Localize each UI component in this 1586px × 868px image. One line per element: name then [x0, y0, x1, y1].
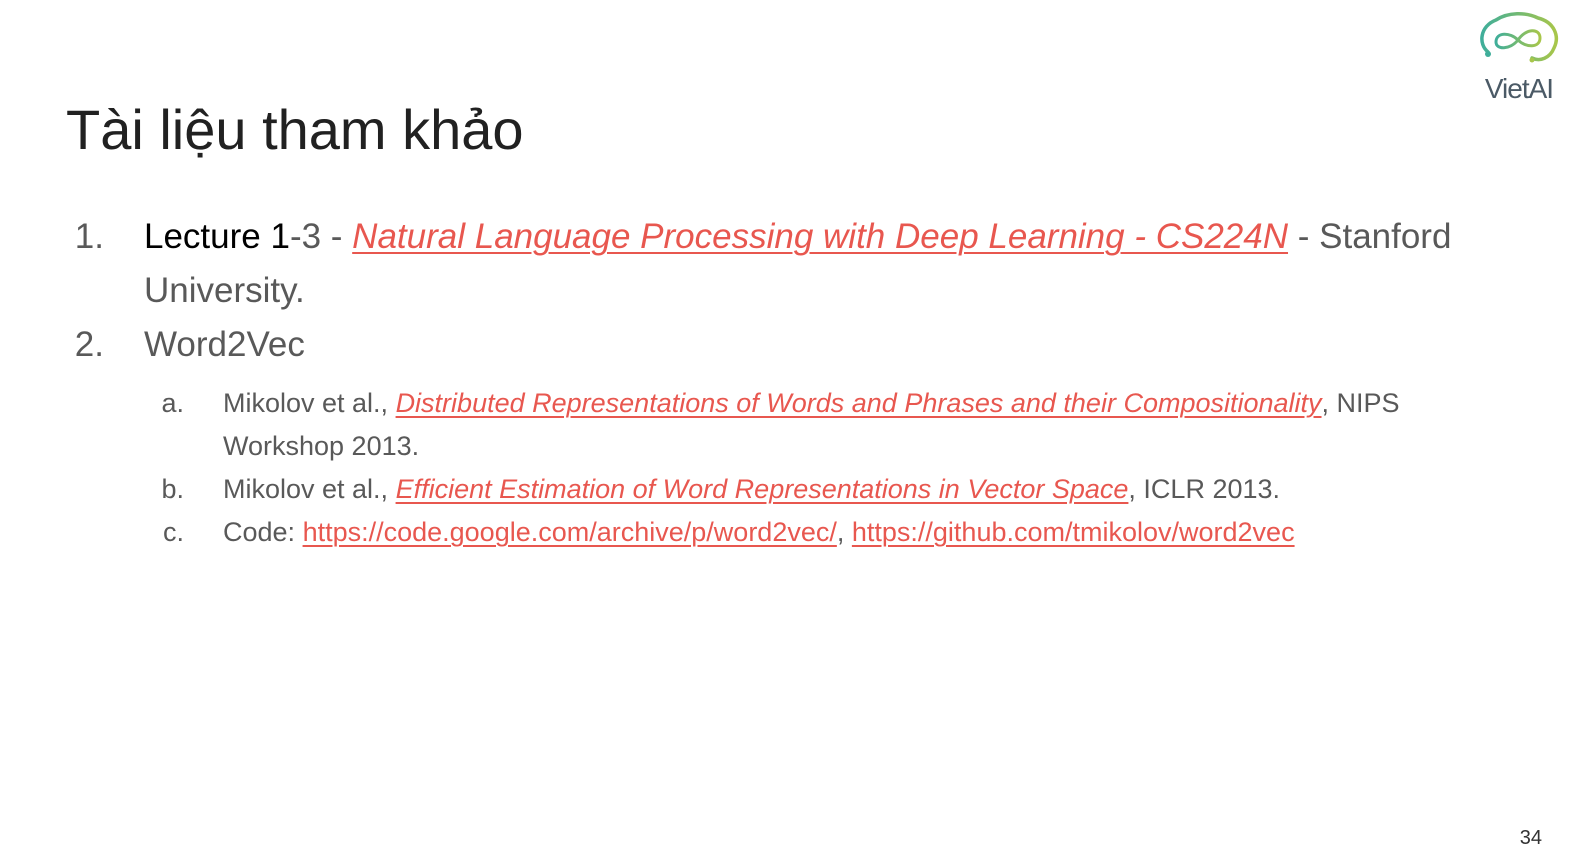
sub-list-letter: b.: [161, 474, 184, 504]
authors: Mikolov et al.,: [223, 388, 396, 418]
code-label: Code:: [223, 517, 303, 547]
cs224n-link[interactable]: Natural Language Processing with Deep Le…: [352, 217, 1288, 256]
page-number: 34: [1519, 827, 1542, 849]
venue: , ICLR 2013.: [1128, 474, 1281, 504]
authors: Mikolov et al.,: [223, 474, 396, 504]
reference-text: Word2Vec: [144, 325, 305, 364]
sub-item-text: Mikolov et al., Efficient Estimation of …: [223, 468, 1513, 511]
github-link[interactable]: https://github.com/tmikolov/word2vec: [852, 517, 1295, 547]
list-number: 1.: [74, 217, 104, 256]
paper-link-efficient-estimation[interactable]: Efficient Estimation of Word Representat…: [396, 474, 1129, 504]
sub-list-letter: a.: [161, 388, 184, 418]
sub-list-letter: c.: [162, 517, 184, 547]
logo-text: VietAI: [1484, 73, 1554, 104]
lecture-range: -3 -: [289, 217, 353, 256]
lecture-label: Lecture 1: [144, 217, 290, 256]
slide-title: Tài liệu tham khảo: [66, 98, 524, 161]
google-code-link[interactable]: https://code.google.com/archive/p/word2v…: [303, 517, 837, 547]
vietai-logo: VietAI: [1474, 8, 1564, 108]
sub-item-text: Code: https://code.google.com/archive/p/…: [223, 511, 1513, 554]
brain-infinity-logo-icon: [1480, 12, 1559, 63]
link-separator: ,: [836, 517, 852, 547]
list-number: 2.: [74, 325, 104, 364]
paper-link-distributed-representations[interactable]: Distributed Representations of Words and…: [396, 388, 1322, 418]
reference-text: Lecture 1-3 - Natural Language Processin…: [144, 210, 1484, 318]
sub-item-text: Mikolov et al., Distributed Representati…: [223, 382, 1513, 468]
